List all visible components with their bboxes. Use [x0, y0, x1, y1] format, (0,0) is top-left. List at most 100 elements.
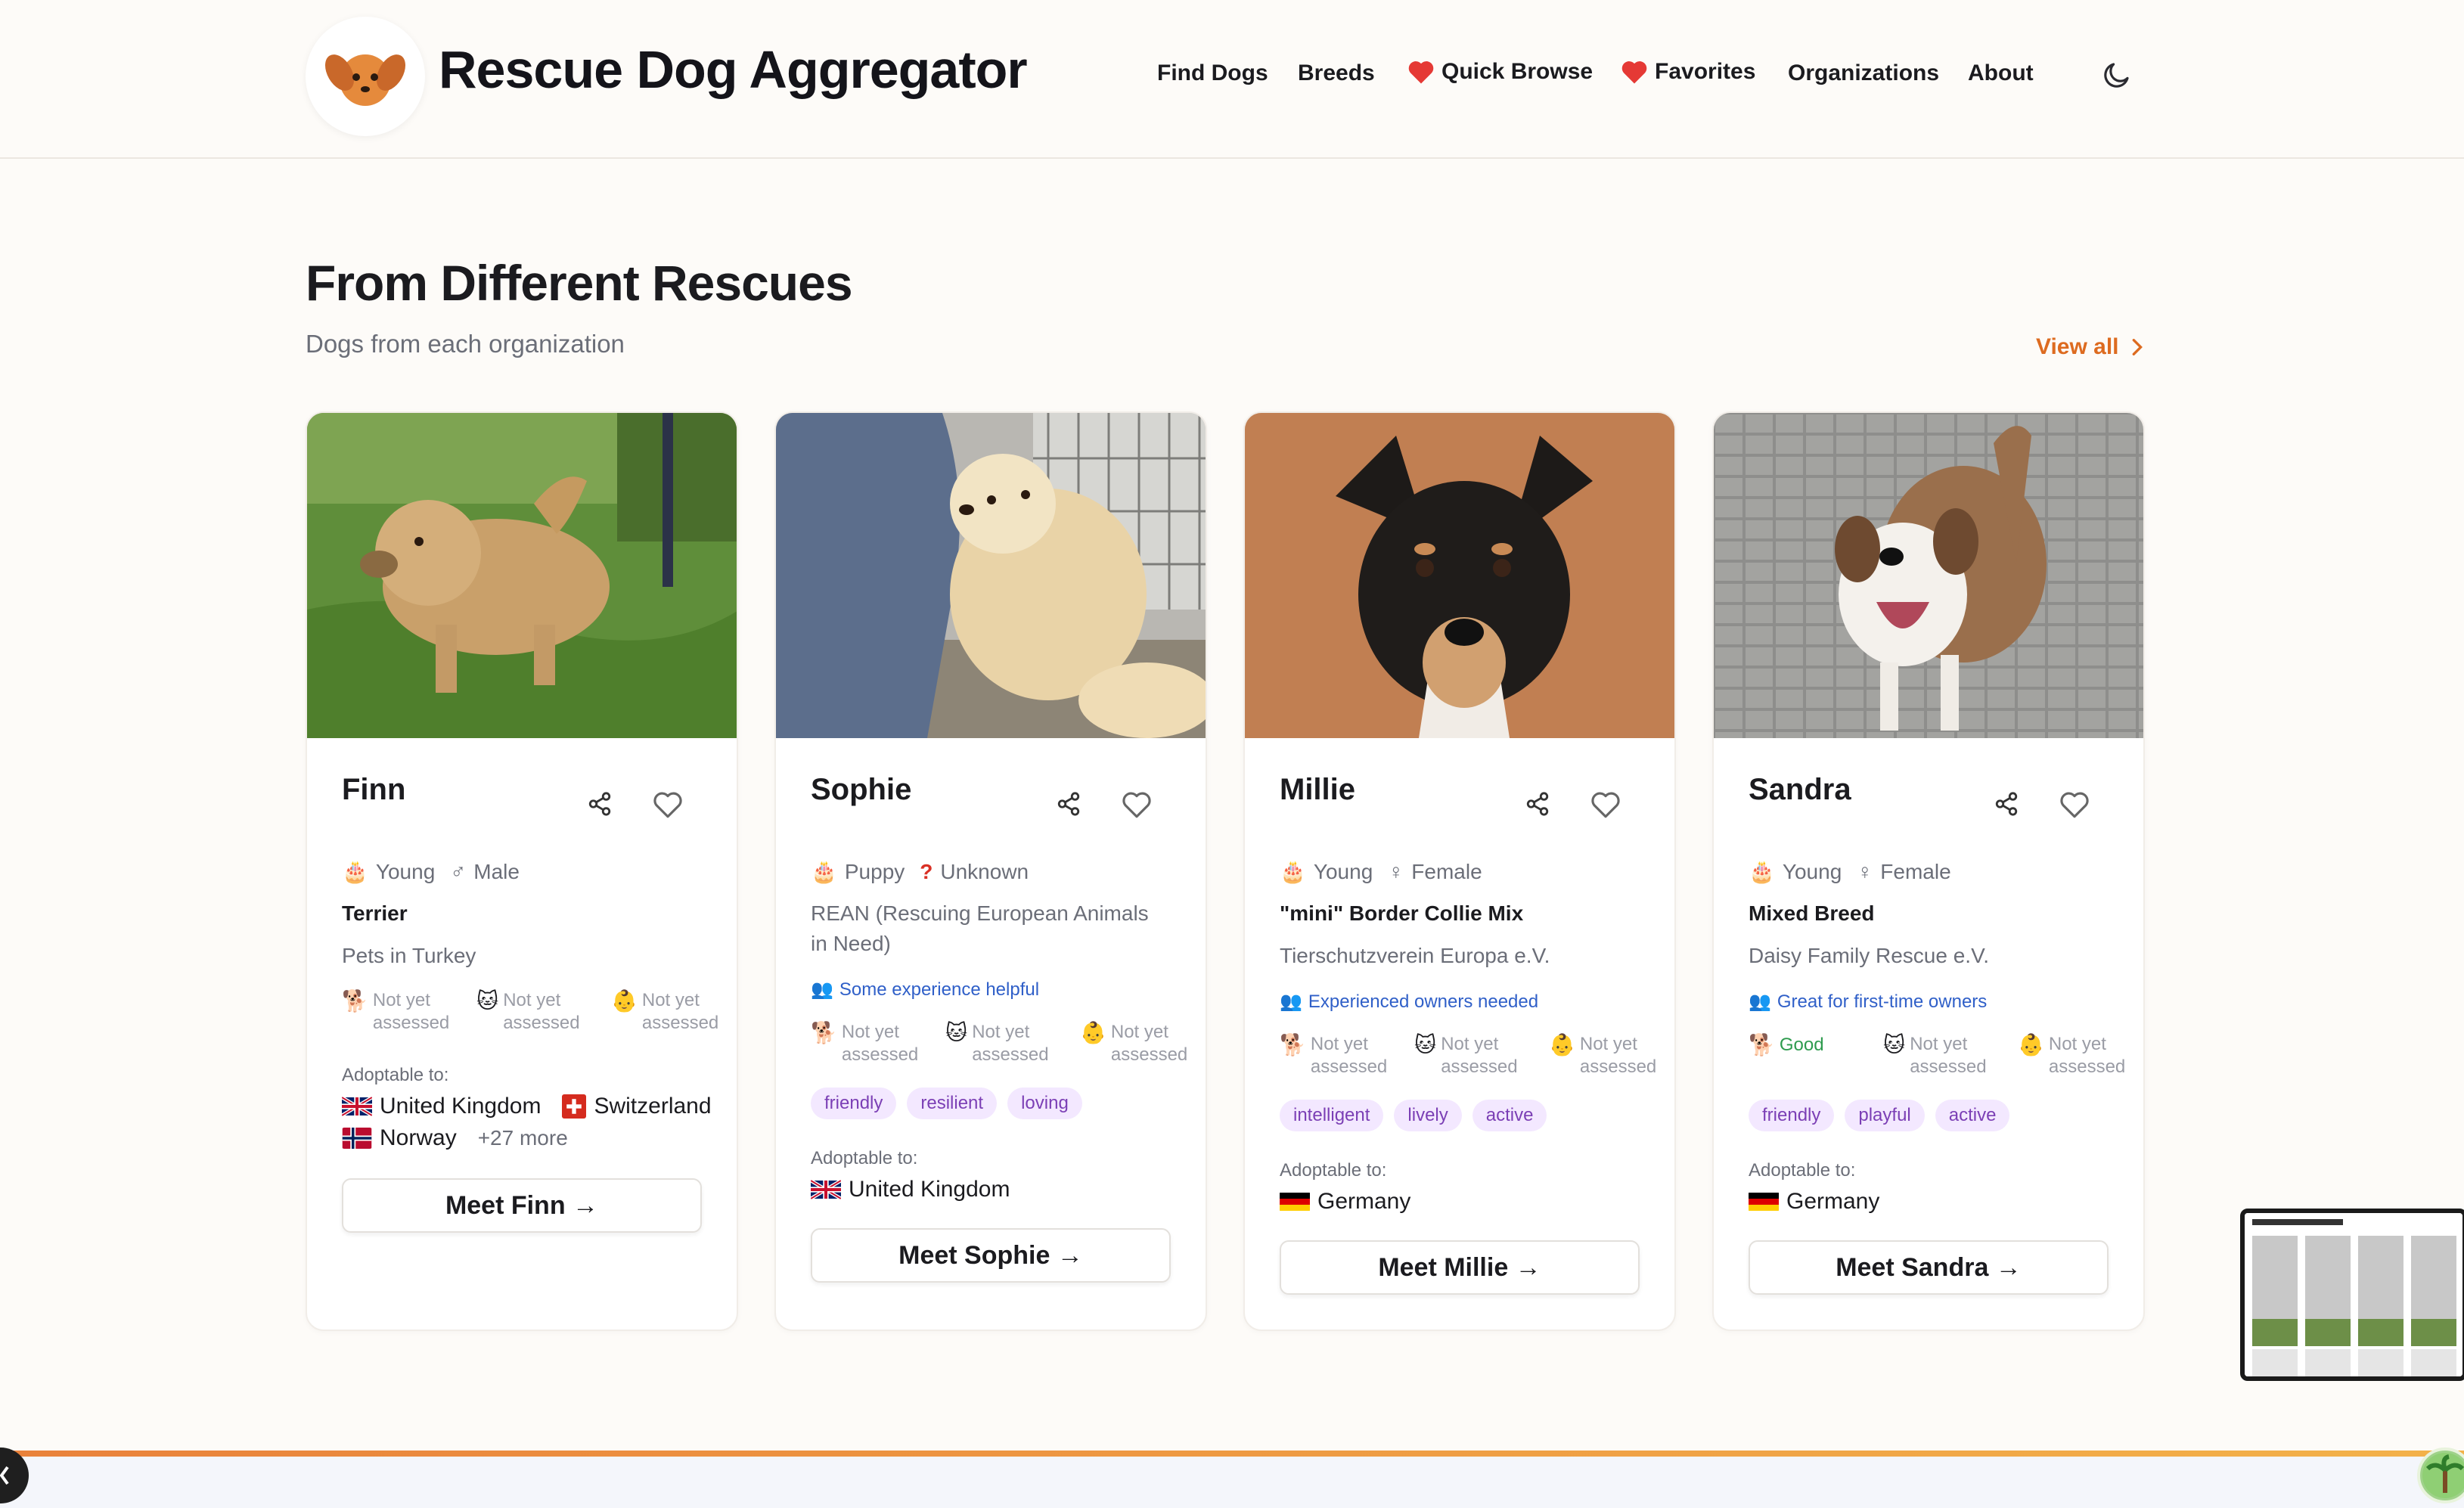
meet-dog-button[interactable]: Meet Sophie →	[811, 1228, 1171, 1283]
compat-text: Not yet assessed	[641, 990, 719, 1033]
share-icon	[588, 792, 611, 816]
assistant-avatar-button[interactable]	[2417, 1447, 2464, 1503]
experience-badge: 👥 Some experience helpful	[811, 979, 1039, 1001]
personality-tag: resilient	[907, 1088, 998, 1119]
favorite-button[interactable]	[652, 790, 684, 824]
share-icon	[1526, 792, 1549, 816]
view-all-label: View all	[2036, 334, 2119, 359]
favorite-button[interactable]	[1590, 790, 1621, 824]
share-button[interactable]	[1056, 791, 1081, 821]
female-icon: ♀	[1857, 859, 1873, 883]
country-item: United Kingdom	[811, 1177, 1010, 1202]
flag-switzerland-icon	[562, 1094, 587, 1119]
compat-text: Not yet assessed	[503, 990, 580, 1033]
compat-children: 👶 Not yet assessed	[1549, 1033, 1670, 1078]
meet-dog-button[interactable]: Meet Millie →	[1280, 1240, 1640, 1295]
experience-badge: 👥 Great for first-time owners	[1749, 991, 1987, 1013]
country-list: Germany	[1749, 1189, 1879, 1215]
nav-label: Quick Browse	[1441, 59, 1594, 84]
sex-label: Male	[473, 859, 520, 883]
share-icon	[1995, 792, 2018, 816]
heart-outline-icon	[1122, 792, 1151, 818]
experience-label: Experienced owners needed	[1308, 991, 1539, 1012]
compatibility-row: 🐕 Good 🐱 Not yet assessed 👶 Not yet assesse…	[1749, 1033, 2139, 1078]
compat-dogs: 🐕 Not yet assessed	[811, 1021, 932, 1066]
country-name: Norway	[380, 1125, 457, 1150]
more-countries[interactable]: +27 more	[478, 1126, 568, 1150]
country-item: Switzerland	[562, 1094, 712, 1119]
flag-norway-icon	[342, 1128, 372, 1149]
country-list: Germany	[1280, 1189, 1410, 1215]
adoptable-label: Adoptable to:	[1280, 1160, 1387, 1181]
cat-icon: 🐱	[476, 989, 499, 1013]
nav-breeds[interactable]: Breeds	[1298, 61, 1375, 86]
dog-photo[interactable]	[1714, 413, 2143, 738]
heart-outline-icon	[653, 792, 682, 818]
question-icon: ?	[920, 859, 933, 883]
moon-icon	[2104, 63, 2129, 88]
dog-meta: 🎂 Young ♂ Male	[342, 859, 520, 884]
back-to-top-button[interactable]	[0, 1447, 29, 1503]
people-icon: 👥	[811, 979, 833, 1000]
personality-tag: intelligent	[1280, 1100, 1384, 1131]
cake-icon: 🎂	[342, 860, 368, 883]
brand-title[interactable]: Rescue Dog Aggregator	[439, 39, 1028, 100]
favorite-button[interactable]	[2059, 790, 2090, 824]
experience-label: Some experience helpful	[839, 979, 1040, 1000]
nav-organizations[interactable]: Organizations	[1788, 61, 1939, 86]
compat-text: Good	[1779, 1035, 1824, 1055]
dog-photo[interactable]	[307, 413, 737, 738]
site-header: Rescue Dog Aggregator Find Dogs Breeds Q…	[0, 0, 2464, 159]
nav-label: Organizations	[1788, 61, 1940, 85]
meet-dog-button[interactable]: Meet Finn →	[342, 1178, 702, 1233]
meet-dog-button[interactable]: Meet Sandra →	[1749, 1240, 2109, 1295]
nav-find-dogs[interactable]: Find Dogs	[1157, 61, 1268, 86]
nav-label: Find Dogs	[1157, 61, 1268, 85]
sex-label: Female	[1880, 859, 1951, 883]
theme-toggle-button[interactable]	[2101, 59, 2133, 91]
view-all-link[interactable]: View all	[2036, 334, 2145, 360]
dog-name[interactable]: Sandra	[1749, 773, 1851, 807]
child-icon: 👶	[2018, 1033, 2044, 1057]
dog-name[interactable]: Millie	[1280, 773, 1355, 807]
nav-about[interactable]: About	[1968, 61, 2034, 86]
female-icon: ♀	[1388, 859, 1404, 883]
personality-tag: playful	[1845, 1100, 1925, 1131]
flag-germany-icon	[1749, 1193, 1779, 1211]
compat-children: 👶 Not yet assessed	[1080, 1021, 1201, 1066]
share-button[interactable]	[587, 791, 613, 821]
compatibility-row: 🐕 Not yet assessed 🐱 Not yet assessed 👶 Not…	[1280, 1033, 1670, 1078]
cat-icon: 🐱	[1414, 1033, 1437, 1057]
dog-photo[interactable]	[776, 413, 1206, 738]
cat-icon: 🐱	[1883, 1033, 1906, 1057]
personality-tag: friendly	[811, 1088, 897, 1119]
compat-text: Not yet assessed	[1310, 1034, 1388, 1077]
compat-dogs: 🐕 Not yet assessed	[1280, 1033, 1401, 1078]
nav-quick-browse[interactable]: Quick Browse	[1407, 59, 1593, 85]
page-preview-thumbnail[interactable]	[2240, 1209, 2464, 1381]
dog-name[interactable]: Finn	[342, 773, 405, 807]
compat-dogs: 🐕 Good	[1749, 1033, 1870, 1078]
dog-name[interactable]: Sophie	[811, 773, 911, 807]
share-button[interactable]	[1994, 791, 2019, 821]
footer-accent-bar	[0, 1451, 2464, 1457]
country-name: United Kingdom	[849, 1177, 1010, 1202]
people-icon: 👥	[1280, 991, 1302, 1012]
dog-icon: 🐕	[1749, 1033, 1775, 1057]
dog-photo[interactable]	[1245, 413, 1674, 738]
nav-favorites[interactable]: Favorites	[1620, 59, 1755, 85]
compat-children: 👶 Not yet assessed	[611, 989, 732, 1035]
personality-tags: friendly playful active	[1749, 1100, 2010, 1131]
age-label: Young	[375, 859, 436, 883]
compat-text: Not yet assessed	[1110, 1022, 1188, 1065]
child-icon: 👶	[1549, 1033, 1575, 1057]
preview-image	[2245, 1213, 2462, 1376]
age-label: Young	[1782, 859, 1842, 883]
logo[interactable]	[306, 17, 425, 136]
cake-icon: 🎂	[1749, 860, 1775, 883]
section-subtitle: Dogs from each organization	[306, 330, 625, 358]
adoptable-label: Adoptable to:	[1749, 1160, 1856, 1181]
share-button[interactable]	[1525, 791, 1550, 821]
compat-text: Not yet assessed	[1441, 1034, 1518, 1077]
favorite-button[interactable]	[1121, 790, 1153, 824]
